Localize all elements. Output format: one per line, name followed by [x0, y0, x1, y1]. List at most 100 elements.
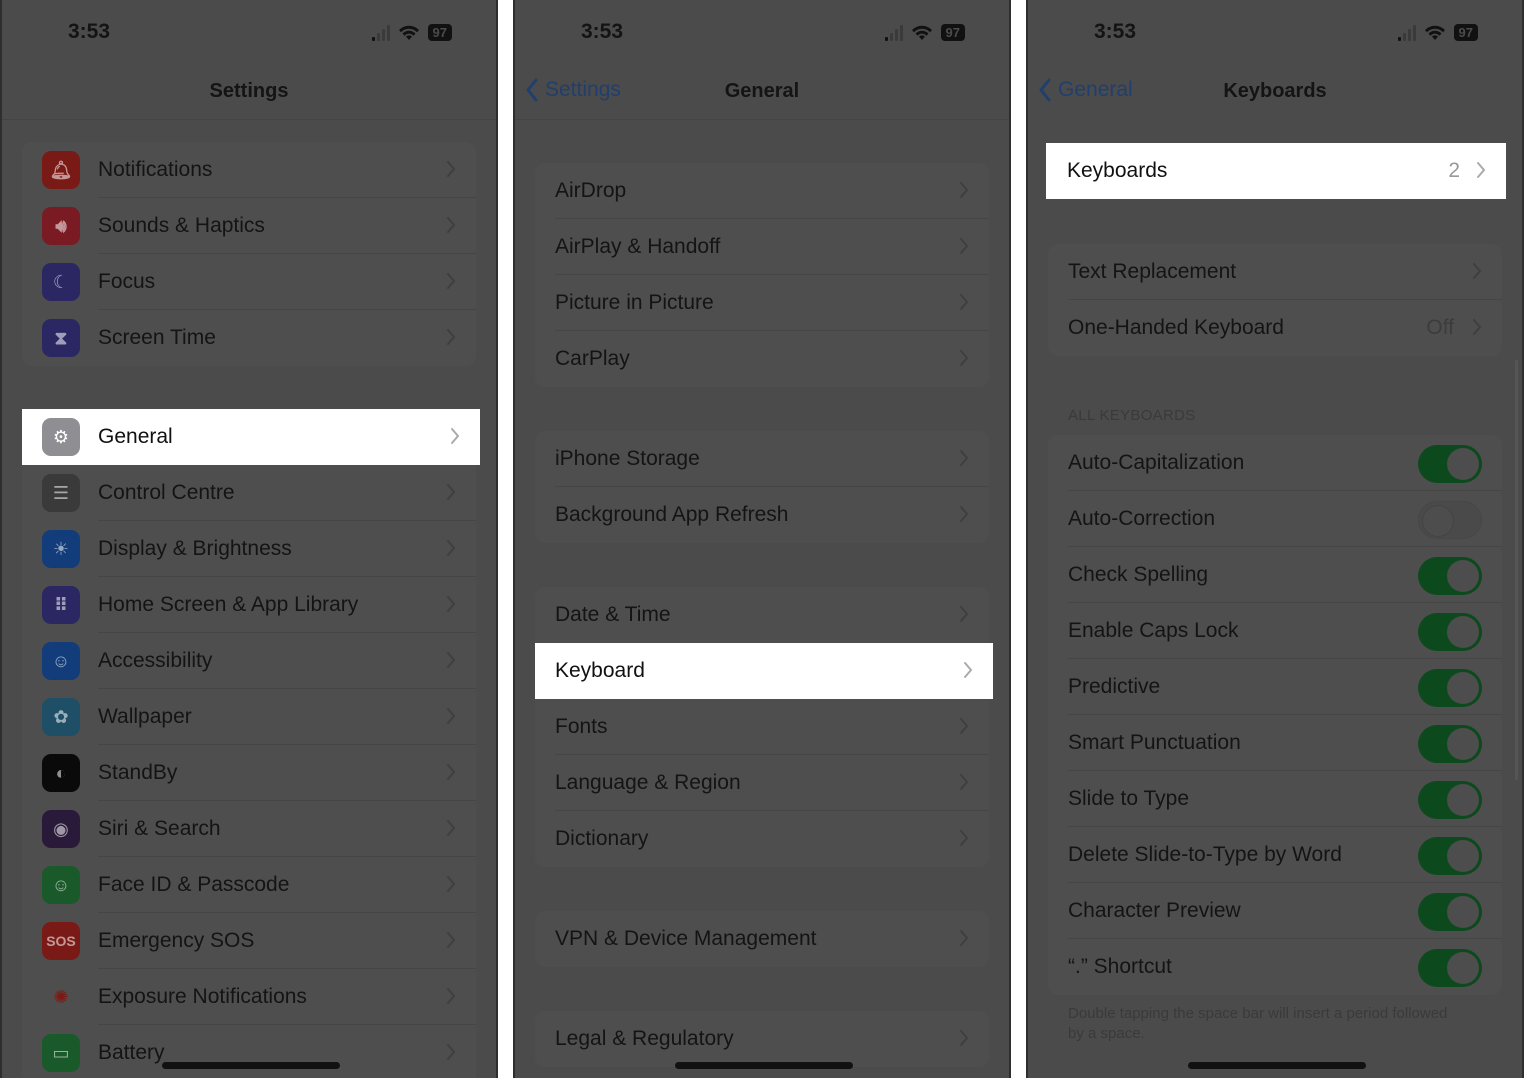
list-item-label: Picture in Picture [555, 291, 714, 314]
settings-item-label: Exposure Notifications [98, 985, 307, 1008]
battery-level: 97 [940, 24, 965, 41]
settings-item[interactable]: ☺ Face ID & Passcode [22, 857, 476, 913]
standby-icon: ◐ [42, 754, 80, 792]
settings-item[interactable]: 🔊︎ Sounds & Haptics [22, 198, 476, 254]
list-item[interactable]: Language & Region [535, 755, 989, 811]
keyboards-count: 2 [1448, 159, 1460, 182]
list-item-label: Date & Time [555, 603, 671, 626]
signal-bar [884, 36, 888, 41]
list-item[interactable]: CarPlay [535, 331, 989, 387]
shortcut-footer-note: Double tapping the space bar will insert… [1068, 1005, 1448, 1042]
chevron-right-icon [960, 294, 969, 310]
toggle-knob [1447, 448, 1479, 480]
signal-bar [1407, 28, 1411, 41]
toggle-switch[interactable] [1418, 501, 1482, 539]
settings-item[interactable]: ☰ Control Centre [22, 465, 476, 521]
list-item[interactable]: Legal & Regulatory [535, 1011, 989, 1067]
toggle-switch[interactable] [1418, 893, 1482, 931]
settings-item[interactable]: 🔔︎ Notifications [22, 142, 476, 198]
general-item-keyboard[interactable]: Keyboard [535, 643, 993, 699]
settings-item[interactable]: ✿ Wallpaper [22, 689, 476, 745]
list-item[interactable]: Dictionary [535, 811, 989, 867]
settings-item[interactable]: ☺ Accessibility [22, 633, 476, 689]
keyboards-group-1: Text Replacement One-Handed Keyboard Off [1048, 244, 1502, 356]
toggle-switch[interactable] [1418, 837, 1482, 875]
status-bar: 3:53 97 [515, 0, 1009, 64]
general-group-3-rest: Fonts Language & Region Dictionary [535, 699, 989, 867]
toggle-label: Auto-Capitalization [1068, 451, 1245, 474]
toggle-row: Smart Punctuation [1048, 715, 1502, 771]
list-item[interactable]: AirPlay & Handoff [535, 219, 989, 275]
toggle-switch[interactable] [1418, 557, 1482, 595]
scrollbar[interactable] [1515, 360, 1518, 780]
list-item[interactable]: VPN & Device Management [535, 911, 989, 967]
settings-item[interactable]: ⠿ Home Screen & App Library [22, 577, 476, 633]
list-item-value: Off [1426, 316, 1454, 339]
settings-item-label: Accessibility [98, 649, 213, 672]
list-item[interactable]: Background App Refresh [535, 487, 989, 543]
list-item[interactable]: Picture in Picture [535, 275, 989, 331]
toggle-knob [1447, 616, 1479, 648]
chevron-right-icon [447, 596, 456, 612]
grid-icon: ⠿ [42, 586, 80, 624]
settings-item[interactable]: ☀ Display & Brightness [22, 521, 476, 577]
general-group-5: Legal & Regulatory [535, 1011, 989, 1067]
gear-icon: ⚙ [42, 418, 80, 456]
list-item-label: Dictionary [555, 827, 649, 850]
wifi-icon [398, 25, 419, 40]
settings-item[interactable]: ✺ Exposure Notifications [22, 969, 476, 1025]
list-item[interactable]: Date & Time [535, 587, 989, 643]
settings-item-label: Emergency SOS [98, 929, 255, 952]
toggle-knob [1447, 672, 1479, 704]
toggle-label: Delete Slide-to-Type by Word [1068, 843, 1342, 866]
toggle-switch[interactable] [1418, 725, 1482, 763]
home-indicator[interactable] [1188, 1062, 1366, 1069]
list-item[interactable]: iPhone Storage [535, 431, 989, 487]
settings-item-label: Siri & Search [98, 817, 221, 840]
toggle-switch[interactable] [1418, 613, 1482, 651]
settings-item-general[interactable]: ⚙ General [22, 409, 480, 465]
settings-item-label: Screen Time [98, 326, 216, 349]
bell-icon: 🔔︎ [42, 151, 80, 189]
toggle-label: Smart Punctuation [1068, 731, 1241, 754]
toggle-switch[interactable] [1418, 445, 1482, 483]
toggle-row: Predictive [1048, 659, 1502, 715]
chevron-right-icon [1473, 263, 1482, 279]
home-indicator[interactable] [162, 1062, 340, 1069]
list-item[interactable]: AirDrop [535, 163, 989, 219]
signal-bar [889, 32, 893, 41]
settings-item[interactable]: ▭ Battery [22, 1025, 476, 1078]
chevron-right-icon [447, 217, 456, 233]
chevron-right-icon [447, 484, 456, 500]
chevron-right-icon [964, 662, 973, 678]
settings-item-label: Face ID & Passcode [98, 873, 290, 896]
nav-bar: Settings [2, 64, 496, 120]
toggle-switch[interactable] [1418, 949, 1482, 987]
keyboards-label: Keyboards [1067, 159, 1168, 182]
toggle-knob [1447, 784, 1479, 816]
toggle-label: Check Spelling [1068, 563, 1209, 586]
toggle-switch[interactable] [1418, 669, 1482, 707]
settings-item[interactable]: ◉ Siri & Search [22, 801, 476, 857]
chevron-right-icon [447, 708, 456, 724]
settings-item[interactable]: ◐ StandBy [22, 745, 476, 801]
home-indicator[interactable] [675, 1062, 853, 1069]
toggle-switch[interactable] [1418, 781, 1482, 819]
keyboards-item[interactable]: Keyboards 2 [1046, 143, 1506, 199]
list-item[interactable]: Fonts [535, 699, 989, 755]
signal-bar [381, 28, 385, 41]
settings-item[interactable]: ☾ Focus [22, 254, 476, 310]
toggle-label: Enable Caps Lock [1068, 619, 1239, 642]
settings-group-2: ☰ Control Centre ☀ Display & Brightness ⠿ Hom… [22, 465, 476, 1078]
settings-item[interactable]: SOS Emergency SOS [22, 913, 476, 969]
toggle-knob [1447, 952, 1479, 984]
settings-item[interactable]: ⧗ Screen Time [22, 310, 476, 366]
chevron-right-icon [960, 182, 969, 198]
chevron-right-icon [447, 161, 456, 177]
exposure-icon: ✺ [42, 978, 80, 1016]
list-item[interactable]: One-Handed Keyboard Off [1048, 300, 1502, 356]
toggle-knob [1422, 505, 1454, 537]
siri-icon: ◉ [42, 810, 80, 848]
list-item[interactable]: Text Replacement [1048, 244, 1502, 300]
chevron-right-icon [960, 450, 969, 466]
